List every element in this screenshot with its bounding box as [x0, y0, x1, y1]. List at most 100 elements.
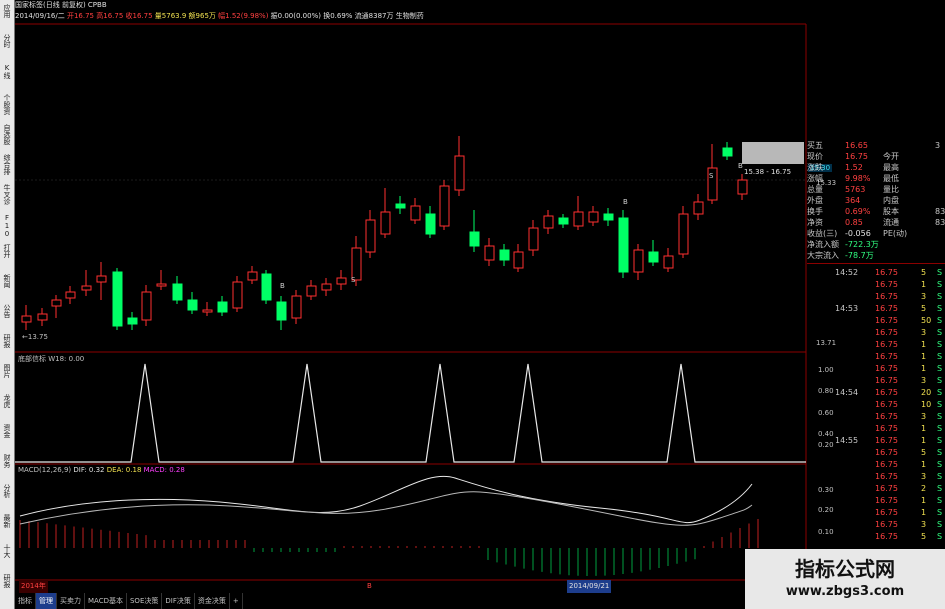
candle-body: [722, 147, 733, 157]
tick-price: 16.75: [875, 460, 898, 469]
tick-row: 14:52 16.75 5 S: [807, 267, 945, 278]
tick-price: 16.75: [875, 316, 898, 325]
chart-canvas[interactable]: B S B S B: [0, 0, 945, 609]
indicator-tab[interactable]: 买卖力: [57, 593, 85, 609]
quote-value: -0.056: [845, 229, 871, 238]
tick-price: 16.75: [875, 268, 898, 277]
tick-price: 16.75: [875, 364, 898, 373]
candle-body: [127, 317, 138, 325]
quote-row: 净资 0.85 流通 83: [807, 217, 945, 228]
candle-body: [306, 285, 317, 297]
macd-dif: DIF: 0.32: [73, 466, 105, 474]
candle-body: [425, 213, 436, 235]
candle-body: [439, 185, 450, 227]
tick-time: 14:53: [835, 304, 859, 313]
candle-body: [187, 299, 198, 311]
tick-volume: 3: [921, 376, 927, 385]
macd-params: MACD(12,26,9): [18, 466, 72, 474]
quote-label: 涨跌: [807, 163, 823, 172]
tick-time: 14:54: [835, 388, 859, 397]
tick-side: S: [937, 352, 943, 361]
watermark-title: 指标公式网: [795, 557, 895, 581]
tick-volume: 1: [921, 352, 927, 361]
tick-price: 16.75: [875, 448, 898, 457]
tick-price: 16.75: [875, 424, 898, 433]
indicator-tab[interactable]: DIF决策: [162, 593, 195, 609]
quote-row: 现价 16.75 今开: [807, 151, 945, 162]
quote-label2: 量比: [883, 185, 899, 194]
candle-body: [484, 245, 495, 261]
tick-row: 16.75 3 S: [807, 375, 945, 386]
indicator-tab[interactable]: +: [230, 593, 243, 609]
date-left: 2014年: [19, 580, 48, 593]
tick-side: S: [937, 364, 943, 373]
tick-side: S: [937, 280, 943, 289]
tick-price: 16.75: [875, 292, 898, 301]
quote-label: 收益(三): [807, 229, 838, 238]
quote-label: 现价: [807, 152, 823, 161]
price-range-box: [742, 142, 804, 164]
tick-side: S: [937, 424, 943, 433]
indicator-tab[interactable]: SOE决策: [127, 593, 163, 609]
tick-side: S: [937, 388, 943, 397]
candle-body: [454, 155, 465, 191]
tick-volume: 1: [921, 496, 927, 505]
quote-label2: 流通: [883, 218, 899, 227]
tick-row: 16.75 1 S: [807, 507, 945, 518]
tick-row: 16.75 1 S: [807, 495, 945, 506]
indicator-tab[interactable]: 管理: [36, 593, 57, 609]
tick-row: 16.75 2 S: [807, 483, 945, 494]
tick-price: 16.75: [875, 412, 898, 421]
quote-row: 收益(三) -0.056 PE(动): [807, 228, 945, 239]
tick-volume: 3: [921, 520, 927, 529]
tick-row: 14:55 16.75 1 S: [807, 435, 945, 446]
quote-divider: [807, 263, 945, 264]
candle-body: [81, 285, 92, 291]
indicator-tab[interactable]: 指标: [15, 593, 36, 609]
signal-marker: B: [280, 282, 285, 290]
tick-price: 16.75: [875, 304, 898, 313]
tick-side: S: [937, 304, 943, 313]
macd-indicator: [19, 475, 759, 576]
candle-body: [261, 273, 272, 301]
candle-body: [51, 299, 62, 307]
tick-row: 16.75 1 S: [807, 339, 945, 350]
candle-body: [172, 283, 183, 301]
quote-value2: 83: [935, 207, 945, 216]
tick-row: 16.75 3 S: [807, 471, 945, 482]
indicator-tab[interactable]: MACD基本: [85, 593, 127, 609]
tick-price: 16.75: [875, 496, 898, 505]
tick-side: S: [937, 292, 943, 301]
candle-body: [276, 301, 287, 321]
tick-time: 14:52: [835, 268, 859, 277]
macd-dea: DEA: 0.18: [106, 466, 142, 474]
tick-row: 16.75 50 S: [807, 315, 945, 326]
date-bar: 2014年 B 2014/09/21: [15, 580, 805, 593]
quote-panel: 买五 16.65 3 现价 16.75 今开 涨跌 1.52 最高 涨幅 9.98% 最低 总量 5763…: [807, 140, 945, 580]
quote-row: 净流入额 -722.3万: [807, 239, 945, 250]
candle-body: [618, 217, 629, 273]
quote-label: 换手: [807, 207, 823, 216]
tick-side: S: [937, 448, 943, 457]
quote-label: 总量: [807, 185, 823, 194]
quote-row: 买五 16.65 3: [807, 140, 945, 151]
candle-body: [528, 227, 539, 251]
candle-body: [693, 201, 704, 215]
tick-volume: 1: [921, 424, 927, 433]
tick-row: 16.75 1 S: [807, 351, 945, 362]
tick-row: 16.75 3 S: [807, 327, 945, 338]
tick-price: 16.75: [875, 520, 898, 529]
date-marker-1: B: [367, 582, 372, 590]
tick-side: S: [937, 520, 943, 529]
quote-label2: PE(动): [883, 229, 908, 238]
macd-dea-line: [19, 491, 753, 526]
indicator-tab[interactable]: 资金决策: [195, 593, 230, 609]
tick-volume: 5: [921, 448, 927, 457]
tick-time: 14:55: [835, 436, 859, 445]
tick-side: S: [937, 376, 943, 385]
quote-row: 总量 5763 量比: [807, 184, 945, 195]
tick-price: 16.75: [875, 484, 898, 493]
tick-volume: 5: [921, 268, 927, 277]
quote-label2: 最低: [883, 174, 899, 183]
tick-price: 16.75: [875, 328, 898, 337]
